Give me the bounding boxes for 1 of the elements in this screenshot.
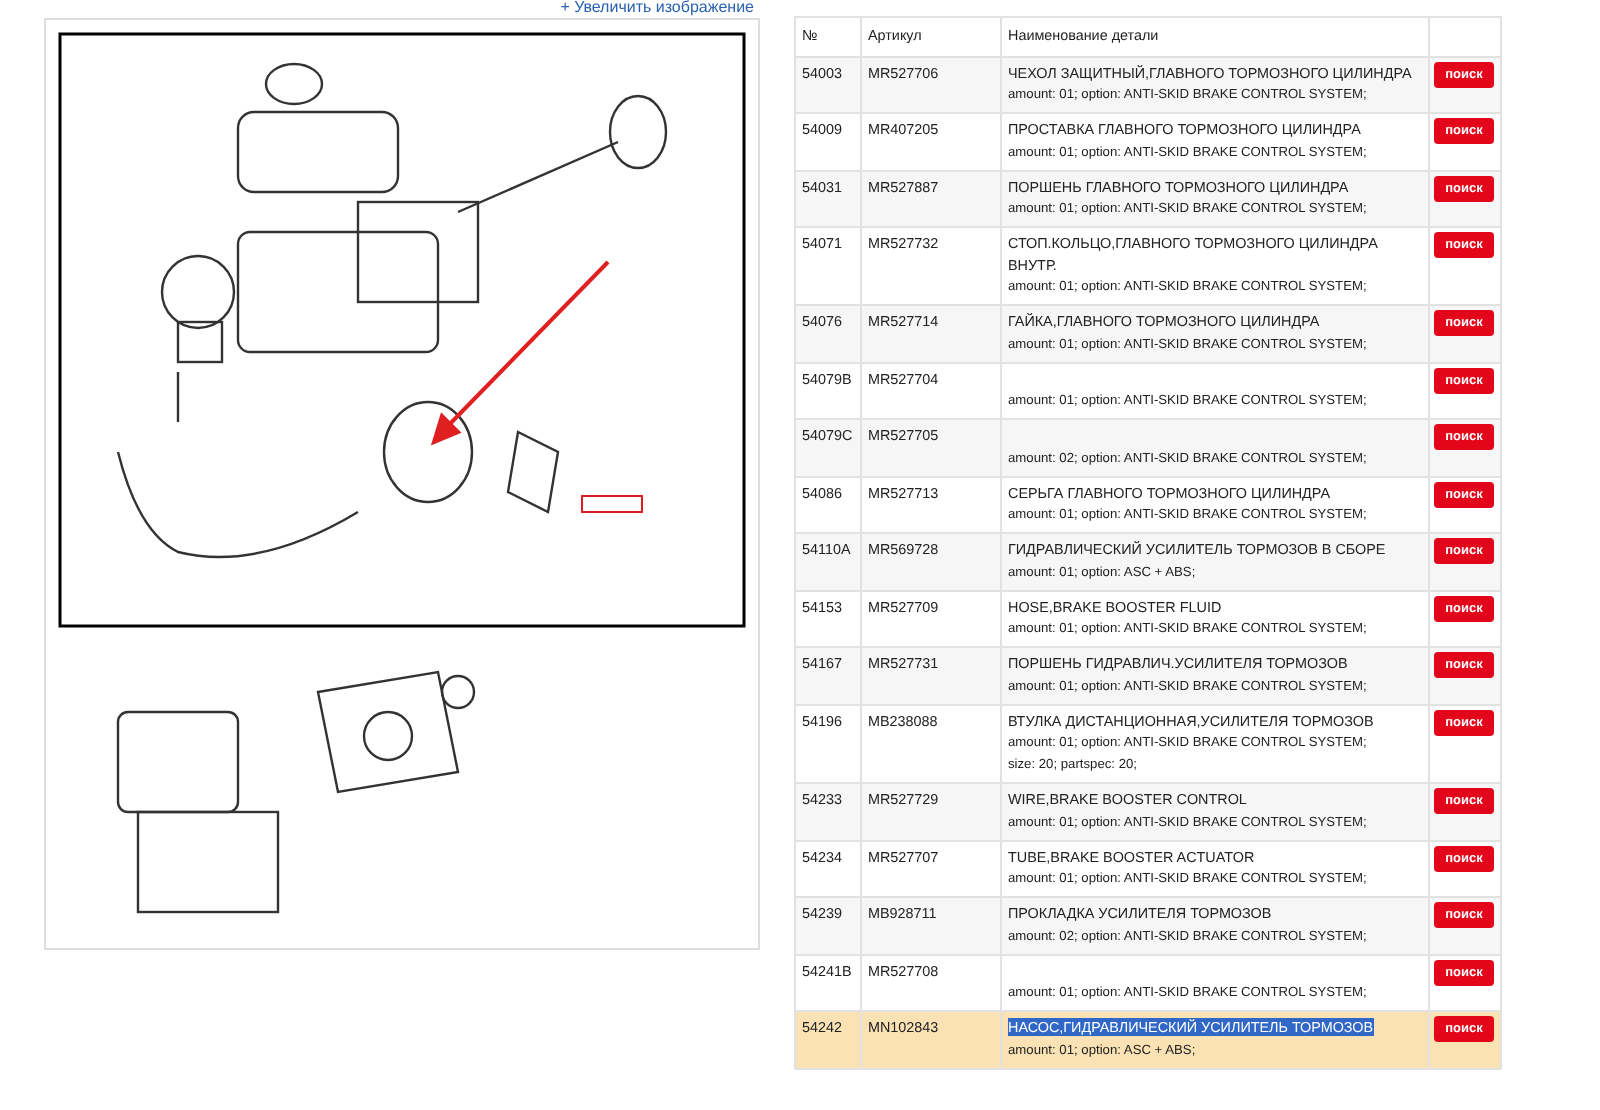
enlarge-image-link[interactable]: + Увеличить изображение bbox=[560, 0, 754, 16]
